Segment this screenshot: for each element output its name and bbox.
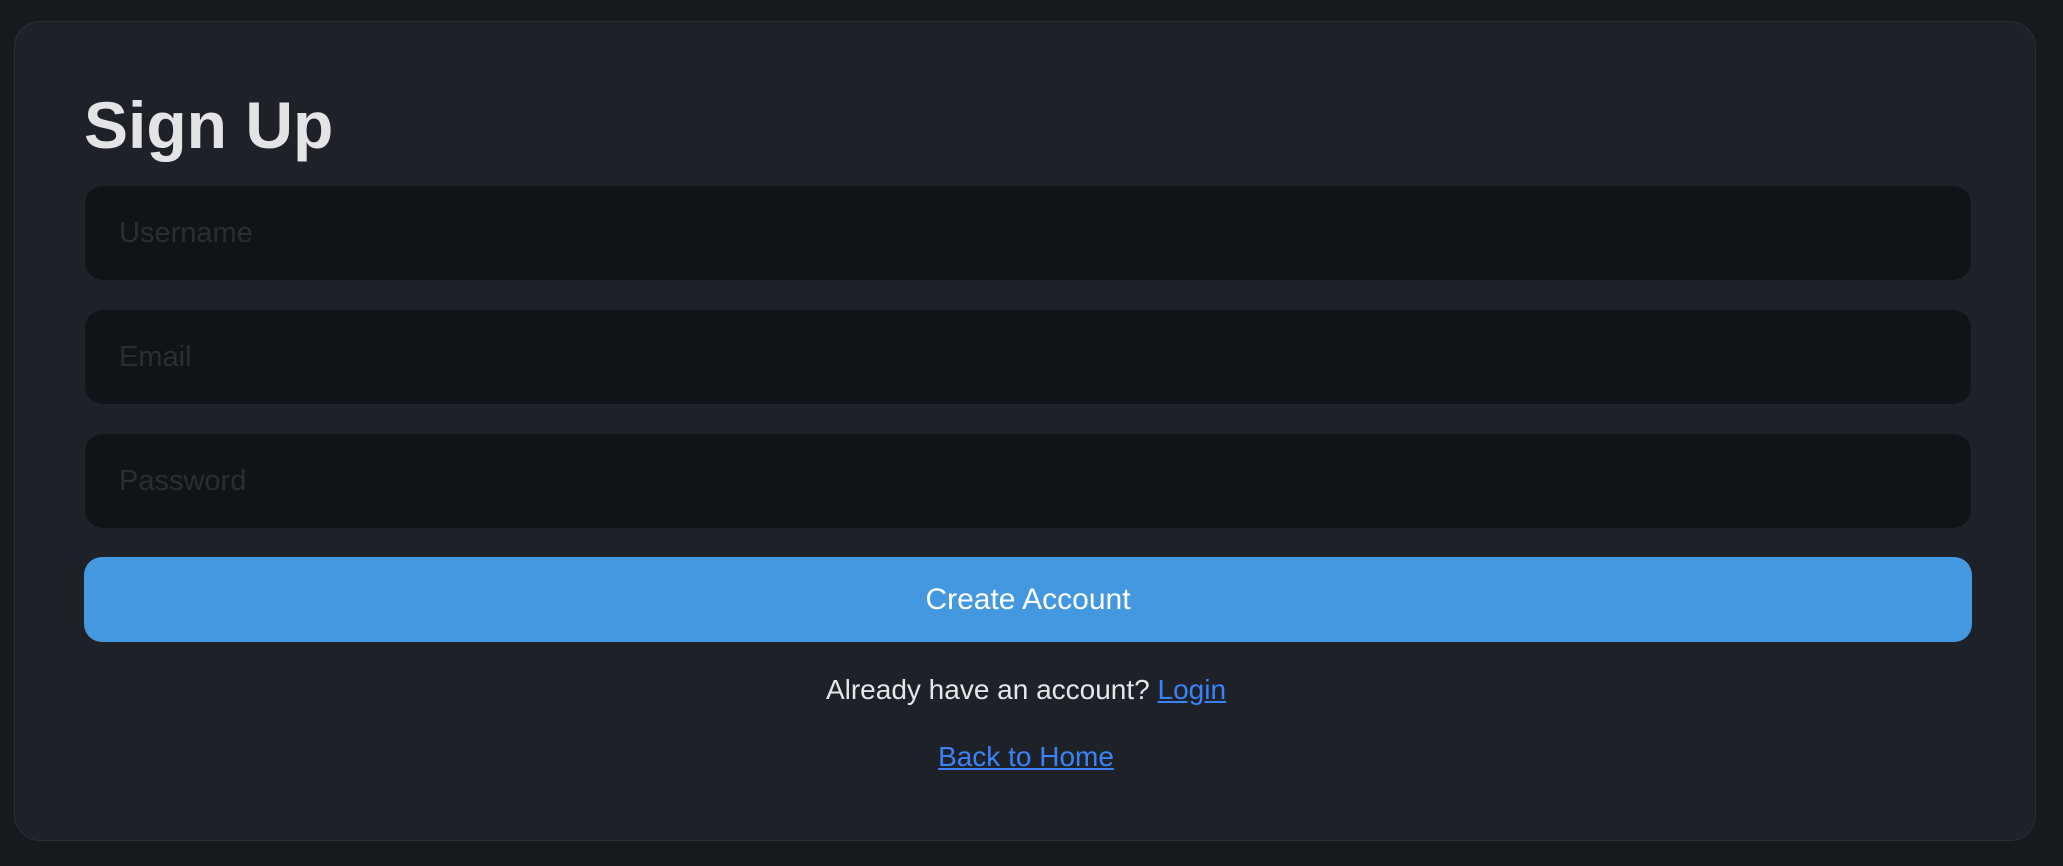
email-field[interactable] xyxy=(85,310,1971,404)
create-account-button[interactable]: Create Account xyxy=(84,557,1972,642)
username-field[interactable] xyxy=(85,186,1971,280)
home-link-row: Back to Home xyxy=(15,741,2037,773)
login-link[interactable]: Login xyxy=(1158,674,1227,705)
login-prompt: Already have an account? Login xyxy=(15,674,2037,706)
login-prompt-text: Already have an account? xyxy=(825,674,1158,705)
page-title: Sign Up xyxy=(84,88,334,162)
password-field[interactable] xyxy=(85,434,1971,528)
back-to-home-link[interactable]: Back to Home xyxy=(938,741,1114,772)
signup-card: Sign Up Create Account Already have an a… xyxy=(14,21,2036,841)
